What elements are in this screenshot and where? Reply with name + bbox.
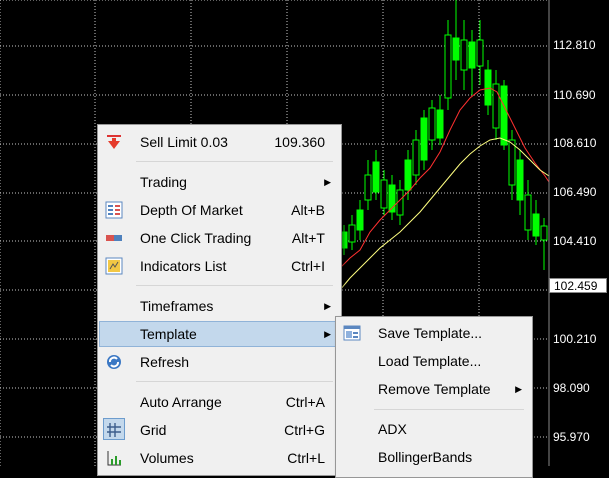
menu-separator (136, 381, 333, 382)
menu-item-auto-arrange[interactable]: Auto Arrange Ctrl+A (100, 389, 339, 415)
template-submenu: Save Template... Load Template... Remove… (335, 316, 533, 478)
menu-item-grid[interactable]: Grid Ctrl+G (100, 417, 339, 443)
candle-body (380, 179, 388, 209)
menu-item-indicators-list[interactable]: Indicators List Ctrl+I (100, 253, 339, 279)
candle-body (372, 161, 380, 193)
current-price-tag: 102.459 (549, 278, 607, 293)
menu-item-shortcut: Ctrl+A (285, 394, 325, 410)
candle-body (412, 139, 420, 176)
submenu-item-save-template[interactable]: Save Template... (338, 320, 530, 346)
chart-context-menu: Sell Limit 0.03 109.360 Trading ▶ Depth … (97, 124, 342, 476)
submenu-item-remove-template[interactable]: Remove Template ▶ (338, 376, 530, 402)
menu-item-label: One Click Trading (140, 230, 252, 246)
menu-item-price: 109.360 (274, 134, 325, 150)
candle-body (420, 117, 428, 161)
candle-body (436, 109, 444, 139)
price-label: 95.970 (553, 430, 590, 444)
menu-item-shortcut: Ctrl+G (284, 422, 325, 438)
menu-item-label: ADX (378, 421, 407, 437)
indicators-list-icon (105, 257, 123, 275)
menu-item-label: Timeframes (140, 298, 214, 314)
menu-item-timeframes[interactable]: Timeframes ▶ (100, 293, 339, 319)
menu-item-label: Sell Limit 0.03 (140, 134, 228, 150)
candle-body (532, 213, 540, 237)
submenu-arrow-icon: ▶ (324, 328, 331, 339)
grid-icon (105, 421, 123, 439)
menu-item-label: Grid (140, 422, 167, 438)
menu-item-label: Load Template... (378, 353, 482, 369)
candle-body (540, 225, 548, 241)
menu-item-template[interactable]: Template ▶ (99, 321, 340, 347)
menu-separator (136, 285, 333, 286)
price-label: 112.810 (553, 38, 596, 52)
one-click-trading-icon (105, 229, 123, 247)
menu-item-label: Depth Of Market (140, 202, 243, 218)
menu-item-label: Template (140, 326, 197, 342)
menu-item-label: Auto Arrange (140, 394, 222, 410)
menu-item-volumes[interactable]: Volumes Ctrl+L (100, 445, 339, 471)
candle-body (356, 209, 364, 231)
menu-item-label: Refresh (140, 354, 190, 370)
price-label: 98.090 (553, 381, 590, 395)
candle-body (460, 39, 468, 71)
menu-item-label: Remove Template (378, 381, 491, 397)
refresh-icon (105, 353, 123, 371)
candle-body (428, 107, 436, 141)
submenu-item-adx[interactable]: ADX (338, 416, 530, 442)
candle-body (476, 39, 484, 67)
menu-item-label: Trading (140, 174, 187, 190)
menu-item-shortcut: Alt+B (291, 202, 325, 218)
price-label: 110.690 (553, 88, 596, 102)
price-label: 100.210 (553, 332, 597, 346)
submenu-item-bollinger-bands[interactable]: BollingerBands (338, 444, 530, 470)
menu-item-shortcut: Ctrl+L (287, 450, 325, 466)
candle-body (516, 159, 524, 201)
price-label: 108.610 (553, 136, 597, 150)
depth-of-market-icon (105, 201, 123, 219)
menu-item-depth-of-market[interactable]: Depth Of Market Alt+B (100, 197, 339, 223)
submenu-item-load-template[interactable]: Load Template... (338, 348, 530, 374)
save-template-icon (343, 324, 361, 342)
candle-body (444, 34, 452, 99)
sell-limit-arrow-icon (105, 133, 123, 151)
menu-item-trading[interactable]: Trading ▶ (100, 169, 339, 195)
menu-item-sell-limit[interactable]: Sell Limit 0.03 109.360 (100, 129, 339, 155)
price-label: 104.410 (553, 234, 597, 248)
menu-separator (374, 409, 524, 410)
candle-body (508, 139, 516, 186)
menu-item-label: Save Template... (378, 325, 483, 341)
menu-item-label: BollingerBands (378, 449, 473, 465)
menu-separator (136, 161, 333, 162)
candle-body (348, 224, 356, 243)
menu-item-one-click-trading[interactable]: One Click Trading Alt+T (100, 225, 339, 251)
candle-body (500, 85, 508, 146)
submenu-arrow-icon: ▶ (515, 383, 522, 394)
menu-item-label: Indicators List (140, 258, 227, 274)
candle-body (404, 159, 412, 191)
submenu-arrow-icon: ▶ (324, 300, 331, 311)
candle-body (364, 174, 372, 201)
menu-item-shortcut: Ctrl+I (291, 258, 325, 274)
price-label: 106.490 (553, 185, 597, 199)
submenu-arrow-icon: ▶ (324, 176, 331, 187)
candle-body (524, 194, 532, 231)
menu-item-label: Volumes (140, 450, 194, 466)
candle-body (468, 41, 476, 69)
candle-body (452, 37, 460, 61)
volumes-icon (105, 449, 123, 467)
menu-item-shortcut: Alt+T (291, 230, 325, 246)
menu-item-refresh[interactable]: Refresh (100, 349, 339, 375)
